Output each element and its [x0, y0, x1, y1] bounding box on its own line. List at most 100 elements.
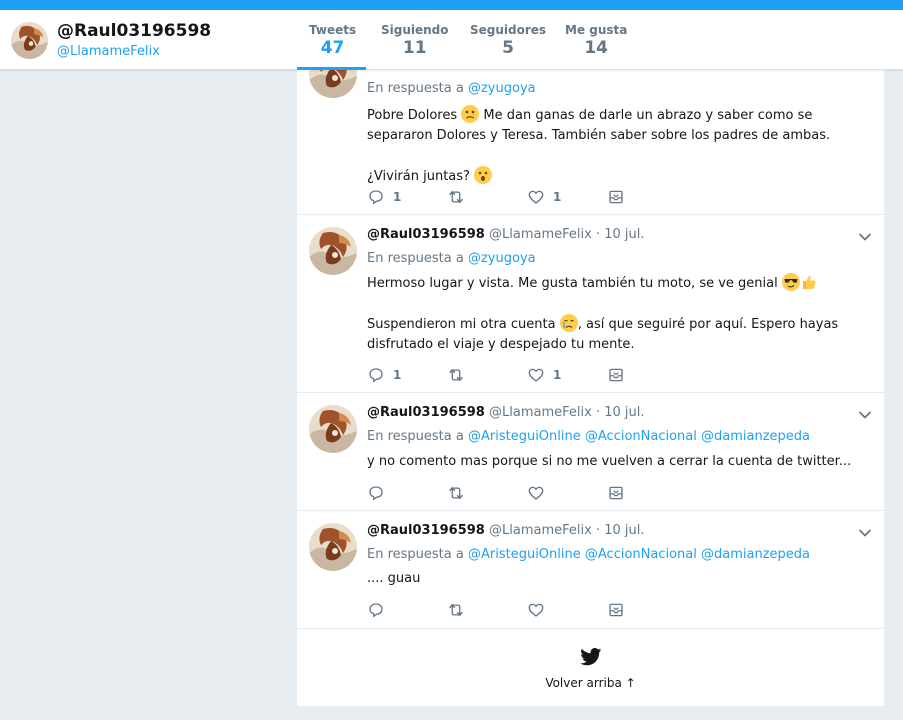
- like-button[interactable]: 1: [527, 187, 561, 207]
- retweet-button[interactable]: [447, 187, 465, 207]
- tweet-header: @Raul03196598 @LlamameFelix · 10 jul.: [367, 523, 644, 538]
- retweet-button[interactable]: [447, 483, 465, 503]
- tweet-avatar[interactable]: [309, 523, 357, 571]
- stat-following-value: 11: [402, 38, 427, 58]
- message-icon: [607, 484, 625, 502]
- stat-tweets[interactable]: Tweets 47: [309, 23, 356, 58]
- stat-tweets-label: Tweets: [309, 23, 357, 37]
- tweet-text-part: ¿Vivirán juntas?: [367, 169, 470, 184]
- stat-following[interactable]: Siguiendo 11: [381, 23, 449, 58]
- top-accent-bar: [0, 0, 903, 10]
- retweet-icon: [447, 484, 465, 502]
- tweet-item[interactable]: En respuesta a @zyugoya Pobre Dolores Me…: [297, 70, 884, 215]
- profile-name[interactable]: @Raul03196598: [57, 21, 211, 41]
- timeline-footer: Volver arriba ↑: [297, 630, 884, 706]
- reply-button[interactable]: 1: [367, 365, 401, 385]
- profile-header-bar: @Raul03196598 @LlamameFelix Tweets 47 Si…: [0, 10, 903, 70]
- tweet-item[interactable]: @Raul03196598 @LlamameFelix · 10 jul. En…: [297, 511, 884, 629]
- thumbs-up-emoji: [800, 273, 818, 291]
- tweet-date[interactable]: · 10 jul.: [596, 405, 645, 420]
- retweet-icon: [447, 188, 465, 206]
- stat-followers[interactable]: Seguidores 5: [470, 23, 546, 58]
- back-to-top-link[interactable]: Volver arriba ↑: [297, 676, 884, 690]
- stat-likes-label: Me gusta: [565, 23, 628, 37]
- tweet-author-handle[interactable]: @LlamameFelix: [489, 405, 592, 420]
- reply-button[interactable]: 1: [367, 187, 401, 207]
- profile-handle[interactable]: @LlamameFelix: [57, 44, 160, 59]
- sunglasses-face-emoji: [781, 273, 800, 291]
- stat-followers-value: 5: [502, 38, 514, 58]
- stat-following-label: Siguiendo: [381, 23, 449, 37]
- like-icon: [527, 366, 545, 384]
- like-button[interactable]: [527, 600, 545, 620]
- stat-followers-label: Seguidores: [470, 23, 547, 37]
- like-count: 1: [553, 190, 562, 204]
- like-icon: [527, 188, 545, 206]
- profile-avatar[interactable]: [11, 22, 48, 59]
- reply-button[interactable]: [367, 483, 385, 503]
- mention-link[interactable]: @zyugoya: [468, 81, 536, 96]
- tweet-avatar[interactable]: [309, 70, 357, 98]
- chevron-down-icon[interactable]: [858, 230, 872, 244]
- reply-context: En respuesta a @zyugoya: [367, 81, 536, 96]
- like-button[interactable]: [527, 483, 545, 503]
- reply-icon: [367, 188, 385, 206]
- tweet-avatar[interactable]: [309, 405, 357, 453]
- tweet-author-name[interactable]: @Raul03196598: [367, 227, 485, 242]
- tweet-timeline: En respuesta a @zyugoya Pobre Dolores Me…: [297, 70, 884, 706]
- retweet-button[interactable]: [447, 365, 465, 385]
- tweet-text-part: Suspendieron mi otra cuenta: [367, 317, 556, 332]
- message-icon: [607, 601, 625, 619]
- stat-tweets-value: 47: [320, 38, 345, 58]
- retweet-button[interactable]: [447, 600, 465, 620]
- direct-message-button[interactable]: [607, 600, 625, 620]
- tweet-header: @Raul03196598 @LlamameFelix · 10 jul.: [367, 405, 644, 420]
- tweet-actions: [367, 483, 667, 503]
- mention-link[interactable]: @zyugoya: [468, 251, 536, 266]
- tweet-author-handle[interactable]: @LlamameFelix: [489, 523, 592, 538]
- mention-link[interactable]: @AccionNacional: [585, 547, 697, 562]
- like-count: 1: [553, 368, 562, 382]
- mention-link[interactable]: @AristeguiOnline: [468, 429, 581, 444]
- reply-icon: [367, 601, 385, 619]
- tweet-item[interactable]: @Raul03196598 @LlamameFelix · 10 jul. En…: [297, 215, 884, 393]
- tweet-text-part: y no comento mas porque si no me vuelven…: [367, 454, 852, 469]
- reply-context: En respuesta a @AristeguiOnline @AccionN…: [367, 429, 810, 444]
- reply-prefix: En respuesta a: [367, 251, 464, 266]
- tweet-date[interactable]: · 10 jul.: [596, 227, 645, 242]
- like-icon: [527, 484, 545, 502]
- reply-prefix: En respuesta a: [367, 81, 464, 96]
- stat-likes-value: 14: [584, 38, 609, 58]
- tweet-header: @Raul03196598 @LlamameFelix · 10 jul.: [367, 227, 644, 242]
- direct-message-button[interactable]: [607, 365, 625, 385]
- reply-prefix: En respuesta a: [367, 547, 464, 562]
- chevron-down-icon[interactable]: [858, 526, 872, 540]
- stat-likes[interactable]: Me gusta 14: [565, 23, 627, 58]
- message-icon: [607, 188, 625, 206]
- tweet-author-handle[interactable]: @LlamameFelix: [489, 227, 592, 242]
- tweet-avatar[interactable]: [309, 227, 357, 275]
- mention-link[interactable]: @damianzepeda: [701, 547, 810, 562]
- twitter-bird-icon: [580, 648, 602, 666]
- tweet-author-name[interactable]: @Raul03196598: [367, 523, 485, 538]
- direct-message-button[interactable]: [607, 187, 625, 207]
- like-button[interactable]: 1: [527, 365, 561, 385]
- tweet-item[interactable]: @Raul03196598 @LlamameFelix · 10 jul. En…: [297, 393, 884, 511]
- reply-button[interactable]: [367, 600, 385, 620]
- tweet-date[interactable]: · 10 jul.: [596, 523, 645, 538]
- mention-link[interactable]: @AristeguiOnline: [468, 547, 581, 562]
- sad-face-emoji: [461, 105, 480, 123]
- tweet-actions: 1 1: [367, 187, 667, 207]
- mention-link[interactable]: @AccionNacional: [585, 429, 697, 444]
- reply-count: 1: [393, 368, 402, 382]
- tweet-actions: [367, 600, 667, 620]
- message-icon: [607, 366, 625, 384]
- tweet-actions: 1 1: [367, 365, 667, 385]
- crying-face-emoji: [559, 314, 578, 332]
- direct-message-button[interactable]: [607, 483, 625, 503]
- retweet-icon: [447, 366, 465, 384]
- mention-link[interactable]: @damianzepeda: [701, 429, 810, 444]
- tweet-author-name[interactable]: @Raul03196598: [367, 405, 485, 420]
- chevron-down-icon[interactable]: [858, 408, 872, 422]
- reply-icon: [367, 366, 385, 384]
